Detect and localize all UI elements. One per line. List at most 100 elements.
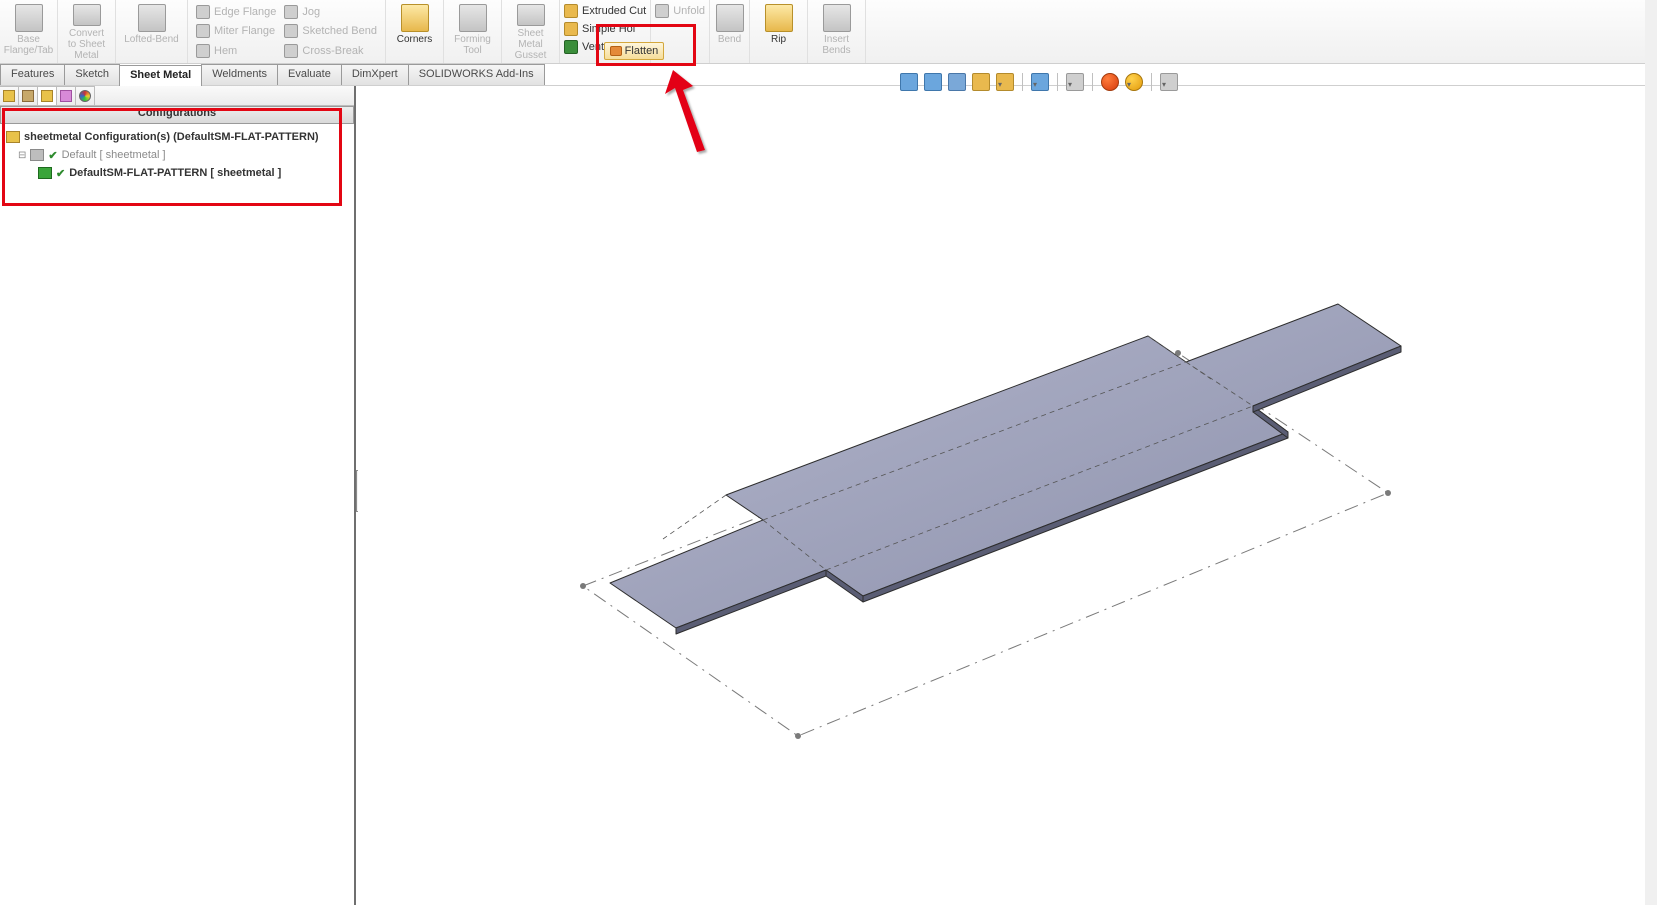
config-root-icon xyxy=(6,131,20,143)
separator xyxy=(1022,73,1023,91)
insert-bends-label: InsertBends xyxy=(822,34,850,56)
corners-button[interactable]: Corners xyxy=(386,0,444,63)
convert-sheet-metal-button[interactable]: Convertto SheetMetal xyxy=(58,0,116,63)
convert-sheet-metal-label: Convertto SheetMetal xyxy=(68,28,105,61)
base-flange-icon xyxy=(15,4,43,32)
cross-break-label: Cross-Break xyxy=(302,45,363,57)
checkmark-icon: ✔ xyxy=(48,149,57,162)
unfold-label: Unfold xyxy=(673,5,705,17)
insert-bends-button[interactable]: InsertBends xyxy=(808,0,866,63)
flatten-label: Flatten xyxy=(625,45,659,57)
lofted-bend-label: Lofted-Bend xyxy=(124,34,179,45)
unfold-icon xyxy=(655,4,669,18)
hem-icon xyxy=(196,44,210,58)
feature-manager-tab[interactable] xyxy=(0,86,19,105)
tab-weldments[interactable]: Weldments xyxy=(201,64,278,85)
config-flat-pattern-icon xyxy=(38,167,52,179)
separator xyxy=(1092,73,1093,91)
tree-expand-icon[interactable]: ⊟ xyxy=(18,150,26,161)
sheet-metal-gusset-button[interactable]: SheetMetalGusset xyxy=(502,0,560,63)
vent-label: Vent xyxy=(582,41,604,53)
config-flat-pattern-row[interactable]: ✔ DefaultSM-FLAT-PATTERN [ sheetmetal ] xyxy=(38,164,348,182)
extruded-cut-button[interactable]: Extruded Cut xyxy=(564,2,646,20)
config-default-label: Default [ sheetmetal ] xyxy=(62,149,166,161)
section-view-icon[interactable] xyxy=(972,73,990,91)
simple-hole-icon xyxy=(564,22,578,36)
no-bends-button[interactable]: Bend xyxy=(710,0,750,63)
property-manager-icon xyxy=(22,90,34,102)
hem-button[interactable]: Hem xyxy=(196,42,276,60)
dimxpert-manager-icon xyxy=(60,90,72,102)
tab-solidworks-addins[interactable]: SOLIDWORKS Add-Ins xyxy=(408,64,545,85)
cross-break-button[interactable]: Cross-Break xyxy=(284,42,377,60)
sketched-bend-icon xyxy=(284,24,298,38)
unfold-button[interactable]: Unfold xyxy=(655,2,705,20)
miter-flange-button[interactable]: Miter Flange xyxy=(196,22,276,40)
graphics-viewport[interactable] xyxy=(358,96,1657,905)
zoom-fit-icon[interactable] xyxy=(900,73,918,91)
cross-break-icon xyxy=(284,44,298,58)
corners-label: Corners xyxy=(397,34,433,45)
tab-features[interactable]: Features xyxy=(0,64,65,85)
rip-button[interactable]: Rip xyxy=(750,0,808,63)
tab-sheet-metal[interactable]: Sheet Metal xyxy=(119,65,202,86)
configuration-manager-tab[interactable] xyxy=(37,86,57,105)
extruded-cut-label: Extruded Cut xyxy=(582,5,646,17)
jog-label: Jog xyxy=(302,6,320,18)
sheet-metal-ribbon: BaseFlange/Tab Convertto SheetMetal Loft… xyxy=(0,0,1657,64)
forming-tool-button[interactable]: FormingTool xyxy=(444,0,502,63)
checkmark-icon: ✔ xyxy=(56,167,65,180)
separator xyxy=(1057,73,1058,91)
command-manager-tabs: Features Sketch Sheet Metal Weldments Ev… xyxy=(0,64,1657,86)
sheet-metal-gusset-icon xyxy=(517,4,545,26)
config-default-icon xyxy=(30,149,44,161)
config-root-label: sheetmetal Configuration(s) (DefaultSM-F… xyxy=(24,131,319,143)
heads-up-view-toolbar xyxy=(900,70,1178,94)
configuration-tree[interactable]: sheetmetal Configuration(s) (DefaultSM-F… xyxy=(0,124,354,188)
sketched-bend-button[interactable]: Sketched Bend xyxy=(284,22,377,40)
config-default-row[interactable]: ⊟ ✔ Default [ sheetmetal ] xyxy=(18,146,348,164)
view-orientation-icon[interactable] xyxy=(996,73,1014,91)
edge-flange-icon xyxy=(196,5,210,19)
config-flat-pattern-label: DefaultSM-FLAT-PATTERN [ sheetmetal ] xyxy=(69,167,281,179)
base-flange-button[interactable]: BaseFlange/Tab xyxy=(0,0,58,63)
sheet-metal-gusset-label: SheetMetalGusset xyxy=(515,28,547,61)
manager-pane-tabs xyxy=(0,86,354,106)
property-manager-tab[interactable] xyxy=(18,86,38,105)
hide-show-items-icon[interactable] xyxy=(1066,73,1084,91)
config-root-row[interactable]: sheetmetal Configuration(s) (DefaultSM-F… xyxy=(6,128,348,146)
previous-view-icon[interactable] xyxy=(948,73,966,91)
forming-tool-icon xyxy=(459,4,487,32)
zoom-area-icon[interactable] xyxy=(924,73,942,91)
rip-label: Rip xyxy=(771,34,786,45)
corners-icon xyxy=(401,4,429,32)
base-flange-label: BaseFlange/Tab xyxy=(4,34,53,56)
insert-bends-icon xyxy=(823,4,851,32)
separator xyxy=(1151,73,1152,91)
manager-panel: Configurations sheetmetal Configuration(… xyxy=(0,86,356,905)
view-settings-icon[interactable] xyxy=(1160,73,1178,91)
edge-flange-button[interactable]: Edge Flange xyxy=(196,3,276,21)
vertical-scrollbar[interactable] xyxy=(1645,0,1657,905)
tab-evaluate[interactable]: Evaluate xyxy=(277,64,342,85)
jog-button[interactable]: Jog xyxy=(284,3,377,21)
edit-appearance-icon[interactable] xyxy=(1101,73,1119,91)
vent-icon xyxy=(564,40,578,54)
simple-hole-button[interactable]: Simple Hol xyxy=(564,20,646,38)
hem-label: Hem xyxy=(214,45,237,57)
lofted-bend-button[interactable]: Lofted-Bend xyxy=(116,0,188,63)
tab-dimxpert[interactable]: DimXpert xyxy=(341,64,409,85)
dimxpert-manager-tab[interactable] xyxy=(56,86,76,105)
flatten-button[interactable]: Flatten xyxy=(604,42,664,60)
flatten-icon xyxy=(610,46,622,56)
apply-scene-icon[interactable] xyxy=(1125,73,1143,91)
display-style-icon[interactable] xyxy=(1031,73,1049,91)
edge-flange-label: Edge Flange xyxy=(214,6,276,18)
forming-tool-label: FormingTool xyxy=(454,34,491,56)
miter-flange-label: Miter Flange xyxy=(214,25,275,37)
rip-icon xyxy=(765,4,793,32)
display-manager-tab[interactable] xyxy=(75,86,95,105)
tab-sketch[interactable]: Sketch xyxy=(64,64,120,85)
jog-icon xyxy=(284,5,298,19)
flange-group: Edge Flange Miter Flange Hem Jog Sketche… xyxy=(188,0,386,63)
